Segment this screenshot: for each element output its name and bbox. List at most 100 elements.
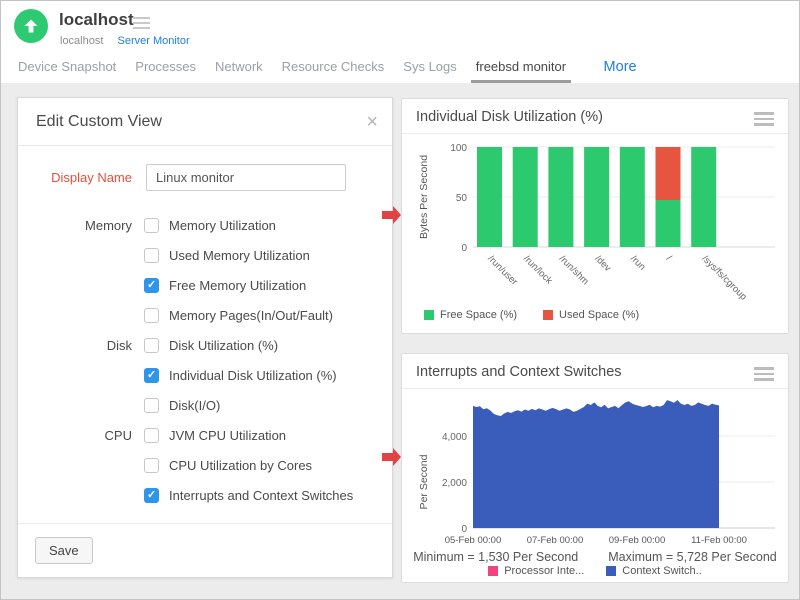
svg-text:100: 100: [450, 143, 467, 154]
chart-menu-icon[interactable]: [754, 112, 774, 129]
legend-label: Free Space (%): [440, 309, 517, 321]
bar-free-run-shm: [548, 147, 573, 247]
app-window: localhost localhost Server Monitor Devic…: [0, 0, 800, 600]
svg-text:/run/shm: /run/shm: [557, 253, 591, 287]
metric-row-individual-disk-utilization: Individual Disk Utilization (%): [18, 360, 392, 390]
checkbox-free-memory-utilization[interactable]: [144, 278, 159, 293]
svg-text:/sys/fs/cgroup: /sys/fs/cgroup: [700, 253, 749, 302]
legend-swatch: [488, 566, 498, 576]
bar-free-dev: [584, 147, 609, 247]
checkbox-label: Memory Utilization: [169, 218, 276, 233]
svg-text:Bytes Per Second: Bytes Per Second: [418, 155, 430, 239]
bar-free-: [656, 200, 681, 247]
checkbox-interrupts-and-context-switches[interactable]: [144, 488, 159, 503]
tab-resource-checks[interactable]: Resource Checks: [277, 53, 390, 82]
svg-text:0: 0: [461, 524, 467, 535]
hamburger-icon[interactable]: [133, 17, 150, 32]
edit-custom-view-panel: Edit Custom View × Display Name MemoryMe…: [17, 97, 393, 578]
legend-item-processor-inte[interactable]: Processor Inte...: [488, 565, 584, 577]
disk-utilization-card: Individual Disk Utilization (%) 100 50 0 By…: [401, 98, 789, 334]
legend-label: Context Switch..: [622, 565, 701, 577]
bar-free-sys-fs-cgroup: [691, 147, 716, 247]
legend-item-context-switch[interactable]: Context Switch..: [606, 565, 701, 577]
svg-text:50: 50: [456, 193, 468, 204]
save-button[interactable]: Save: [35, 537, 93, 564]
checkbox-label: Interrupts and Context Switches: [169, 488, 353, 503]
legend-label: Processor Inte...: [504, 565, 584, 577]
checkbox-disk-i-o[interactable]: [144, 398, 159, 413]
checkbox-memory-utilization[interactable]: [144, 218, 159, 233]
modal-footer: Save: [18, 523, 392, 577]
legend-item-used-space[interactable]: Used Space (%): [543, 309, 639, 321]
metric-row-interrupts-and-context-switches: Interrupts and Context Switches: [18, 480, 392, 510]
tab-freebsd-monitor[interactable]: freebsd monitor: [471, 53, 571, 83]
breadcrumb-server-monitor-link[interactable]: Server Monitor: [117, 35, 189, 47]
modal-title: Edit Custom View: [36, 113, 162, 130]
tab-bar: Device Snapshot Processes Network Resource …: [1, 53, 799, 83]
tab-more[interactable]: More: [599, 54, 642, 83]
breadcrumb-device: localhost: [60, 35, 103, 47]
metric-checkbox-list: MemoryMemory UtilizationUsed Memory Util…: [18, 210, 392, 510]
checkbox-label: Disk Utilization (%): [169, 338, 278, 353]
svg-text:/: /: [664, 253, 674, 263]
svg-text:/dev: /dev: [592, 253, 613, 274]
tab-sys-logs[interactable]: Sys Logs: [398, 53, 461, 82]
disk-chart-title: Individual Disk Utilization (%): [402, 99, 788, 134]
metric-row-disk-i-o: Disk(I/O): [18, 390, 392, 420]
metric-row-cpu-utilization-by-cores: CPU Utilization by Cores: [18, 450, 392, 480]
bar-free-run-lock: [513, 147, 538, 247]
minimum-value: Minimum = 1,530 Per Second: [413, 550, 578, 564]
arrow-to-interrupts-chart-icon: [382, 447, 402, 467]
bar-free-run: [620, 147, 645, 247]
checkbox-jvm-cpu-utilization[interactable]: [144, 428, 159, 443]
svg-text:/run/lock: /run/lock: [521, 253, 554, 286]
checkbox-label: Disk(I/O): [169, 398, 220, 413]
svg-text:0: 0: [461, 243, 467, 254]
metric-row-memory-pages-in-out-fault: Memory Pages(In/Out/Fault): [18, 300, 392, 330]
legend-label: Used Space (%): [559, 309, 639, 321]
interrupts-chart-title: Interrupts and Context Switches: [402, 354, 788, 389]
close-icon[interactable]: ×: [366, 98, 378, 146]
metric-row-free-memory-utilization: Free Memory Utilization: [18, 270, 392, 300]
tab-device-snapshot[interactable]: Device Snapshot: [13, 53, 121, 82]
svg-text:09-Feb 00:00: 09-Feb 00:00: [609, 535, 666, 546]
legend-item-free-space[interactable]: Free Space (%): [424, 309, 517, 321]
group-label-disk: Disk: [18, 338, 144, 353]
bar-used-: [656, 147, 681, 200]
svg-text:Per Second: Per Second: [418, 454, 430, 509]
header: localhost localhost Server Monitor: [1, 1, 799, 53]
interrupts-card: Interrupts and Context Switches 4,0002,0…: [401, 353, 789, 583]
tab-processes[interactable]: Processes: [130, 53, 201, 82]
arrow-to-disk-chart-icon: [382, 205, 402, 225]
checkbox-memory-pages-in-out-fault[interactable]: [144, 308, 159, 323]
display-name-row: Display Name: [18, 164, 392, 191]
checkbox-label: Memory Pages(In/Out/Fault): [169, 308, 333, 323]
tab-network[interactable]: Network: [210, 53, 268, 82]
maximum-value: Maximum = 5,728 Per Second: [608, 550, 777, 564]
up-arrow-icon: [23, 18, 39, 34]
disk-bar-chart: 100500Bytes Per Second/run/user/run/lock…: [407, 137, 783, 305]
svg-text:07-Feb 00:00: 07-Feb 00:00: [527, 535, 584, 546]
svg-text:11-Feb 00:00: 11-Feb 00:00: [691, 535, 747, 546]
checkbox-label: Used Memory Utilization: [169, 248, 310, 263]
display-name-input[interactable]: [146, 164, 346, 191]
legend-swatch: [424, 310, 434, 320]
group-label-cpu: CPU: [18, 428, 144, 443]
checkbox-cpu-utilization-by-cores[interactable]: [144, 458, 159, 473]
metric-row-jvm-cpu-utilization: CPU JVM CPU Utilization: [18, 420, 392, 450]
device-status-icon: [14, 9, 48, 43]
minmax-row: Minimum = 1,530 Per Second Maximum = 5,7…: [402, 550, 788, 564]
bar-free-run-user: [477, 147, 502, 247]
checkbox-label: JVM CPU Utilization: [169, 428, 286, 443]
display-name-label: Display Name: [18, 164, 146, 191]
metric-row-used-memory-utilization: Used Memory Utilization: [18, 240, 392, 270]
chart-menu-icon[interactable]: [754, 367, 774, 384]
interrupts-chart-legend: Processor Inte... Context Switch..: [402, 565, 788, 577]
svg-text:/run: /run: [628, 253, 647, 272]
legend-swatch: [543, 310, 553, 320]
legend-swatch: [606, 566, 616, 576]
breadcrumb: localhost Server Monitor: [60, 35, 190, 47]
checkbox-individual-disk-utilization[interactable]: [144, 368, 159, 383]
checkbox-used-memory-utilization[interactable]: [144, 248, 159, 263]
checkbox-disk-utilization[interactable]: [144, 338, 159, 353]
